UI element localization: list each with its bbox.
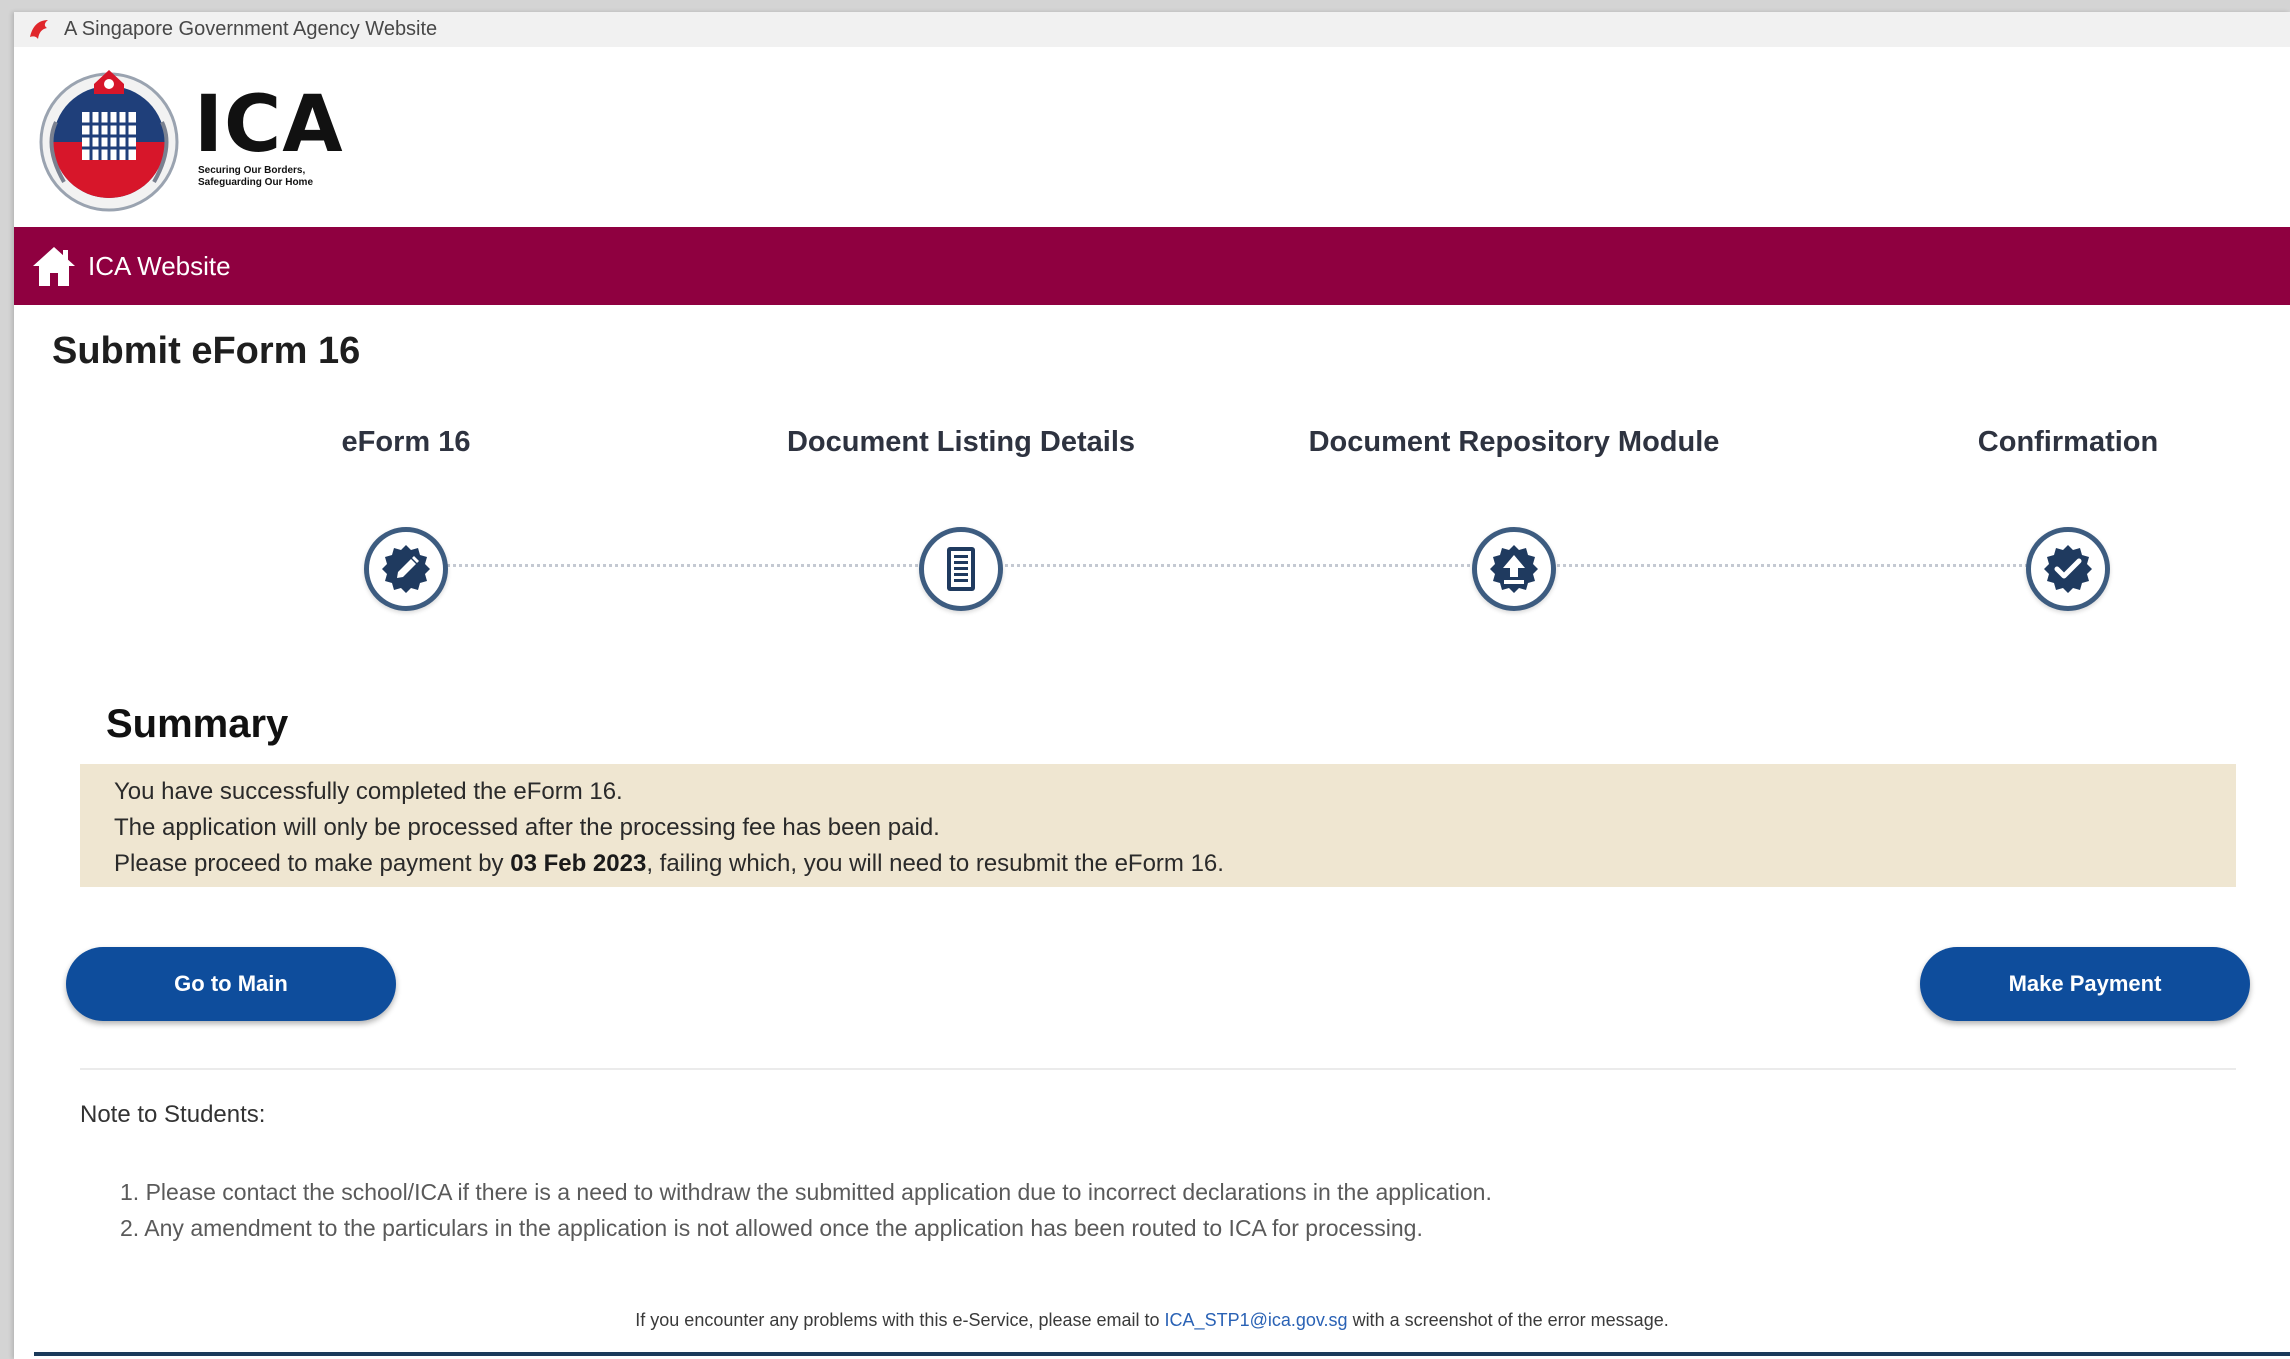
summary-line-1: You have successfully completed the eFor… bbox=[114, 778, 623, 805]
logo-name: ICA bbox=[194, 80, 344, 170]
divider bbox=[80, 1068, 2236, 1070]
document-list-icon bbox=[947, 547, 975, 591]
summary-box: You have successfully completed the eFor… bbox=[80, 764, 2236, 887]
home-icon[interactable] bbox=[30, 242, 78, 290]
step-circle bbox=[1472, 527, 1556, 611]
ica-crest-icon bbox=[39, 70, 179, 212]
step-document-listing-details: Document Listing Details bbox=[681, 417, 1241, 611]
go-to-main-button[interactable]: Go to Main bbox=[66, 947, 396, 1021]
note-title: Note to Students: bbox=[80, 1101, 266, 1128]
step-confirmation: Confirmation bbox=[1788, 417, 2290, 611]
step-circle bbox=[2026, 527, 2110, 611]
step-label: eForm 16 bbox=[341, 426, 471, 458]
summary-line-3: Please proceed to make payment by 03 Feb… bbox=[114, 846, 2236, 882]
logo-tagline-2: Safeguarding Our Home bbox=[198, 177, 314, 188]
step-document-repository-module: Document Repository Module bbox=[1234, 417, 1794, 611]
summary-line-3-prefix: Please proceed to make payment by bbox=[114, 850, 511, 877]
make-payment-button[interactable]: Make Payment bbox=[1920, 947, 2250, 1021]
note-list: 1. Please contact the school/ICA if ther… bbox=[120, 1174, 1492, 1246]
gov-banner[interactable]: A Singapore Government Agency Website bbox=[14, 12, 2290, 47]
step-label: Confirmation bbox=[1977, 426, 2159, 458]
footer-prefix: If you encounter any problems with this … bbox=[635, 1310, 1165, 1330]
page-title: Submit eForm 16 bbox=[52, 330, 361, 372]
footer-suffix: with a screenshot of the error message. bbox=[1347, 1310, 1669, 1330]
step-label: Document Repository Module bbox=[1308, 426, 1720, 458]
lion-head-icon bbox=[30, 19, 48, 39]
note-item: 1. Please contact the school/ICA if ther… bbox=[120, 1179, 1492, 1205]
step-circle bbox=[364, 527, 448, 611]
check-badge-icon bbox=[2044, 545, 2092, 593]
step-label: Document Listing Details bbox=[786, 426, 1136, 458]
edit-badge-icon bbox=[382, 545, 430, 593]
browser-page: A Singapore Government Agency Website IC… bbox=[14, 12, 2290, 1359]
support-email-link[interactable]: ICA_STP1@ica.gov.sg bbox=[1165, 1310, 1348, 1330]
step-eform-16: eForm 16 bbox=[126, 417, 686, 611]
footer-help-text: If you encounter any problems with this … bbox=[14, 1310, 2290, 1331]
top-nav-bar: ICA Website bbox=[14, 227, 2290, 305]
upload-icon bbox=[1490, 545, 1538, 593]
summary-line-2: The application will only be processed a… bbox=[114, 814, 940, 841]
note-item: 2. Any amendment to the particulars in t… bbox=[120, 1215, 1423, 1241]
summary-title: Summary bbox=[106, 702, 289, 746]
progress-stepper: eForm 16 Document Listing Details Docume… bbox=[14, 417, 2290, 617]
header-logo[interactable]: ICA Securing Our Borders, Safeguarding O… bbox=[14, 47, 2290, 227]
footer-border bbox=[34, 1352, 2290, 1356]
step-circle bbox=[919, 527, 1003, 611]
ica-website-link[interactable]: ICA Website bbox=[88, 251, 231, 282]
payment-deadline: 03 Feb 2023 bbox=[510, 850, 647, 877]
gov-banner-text: A Singapore Government Agency Website bbox=[64, 18, 438, 40]
summary-line-3-suffix: , failing which, you will need to resubm… bbox=[646, 850, 1224, 877]
